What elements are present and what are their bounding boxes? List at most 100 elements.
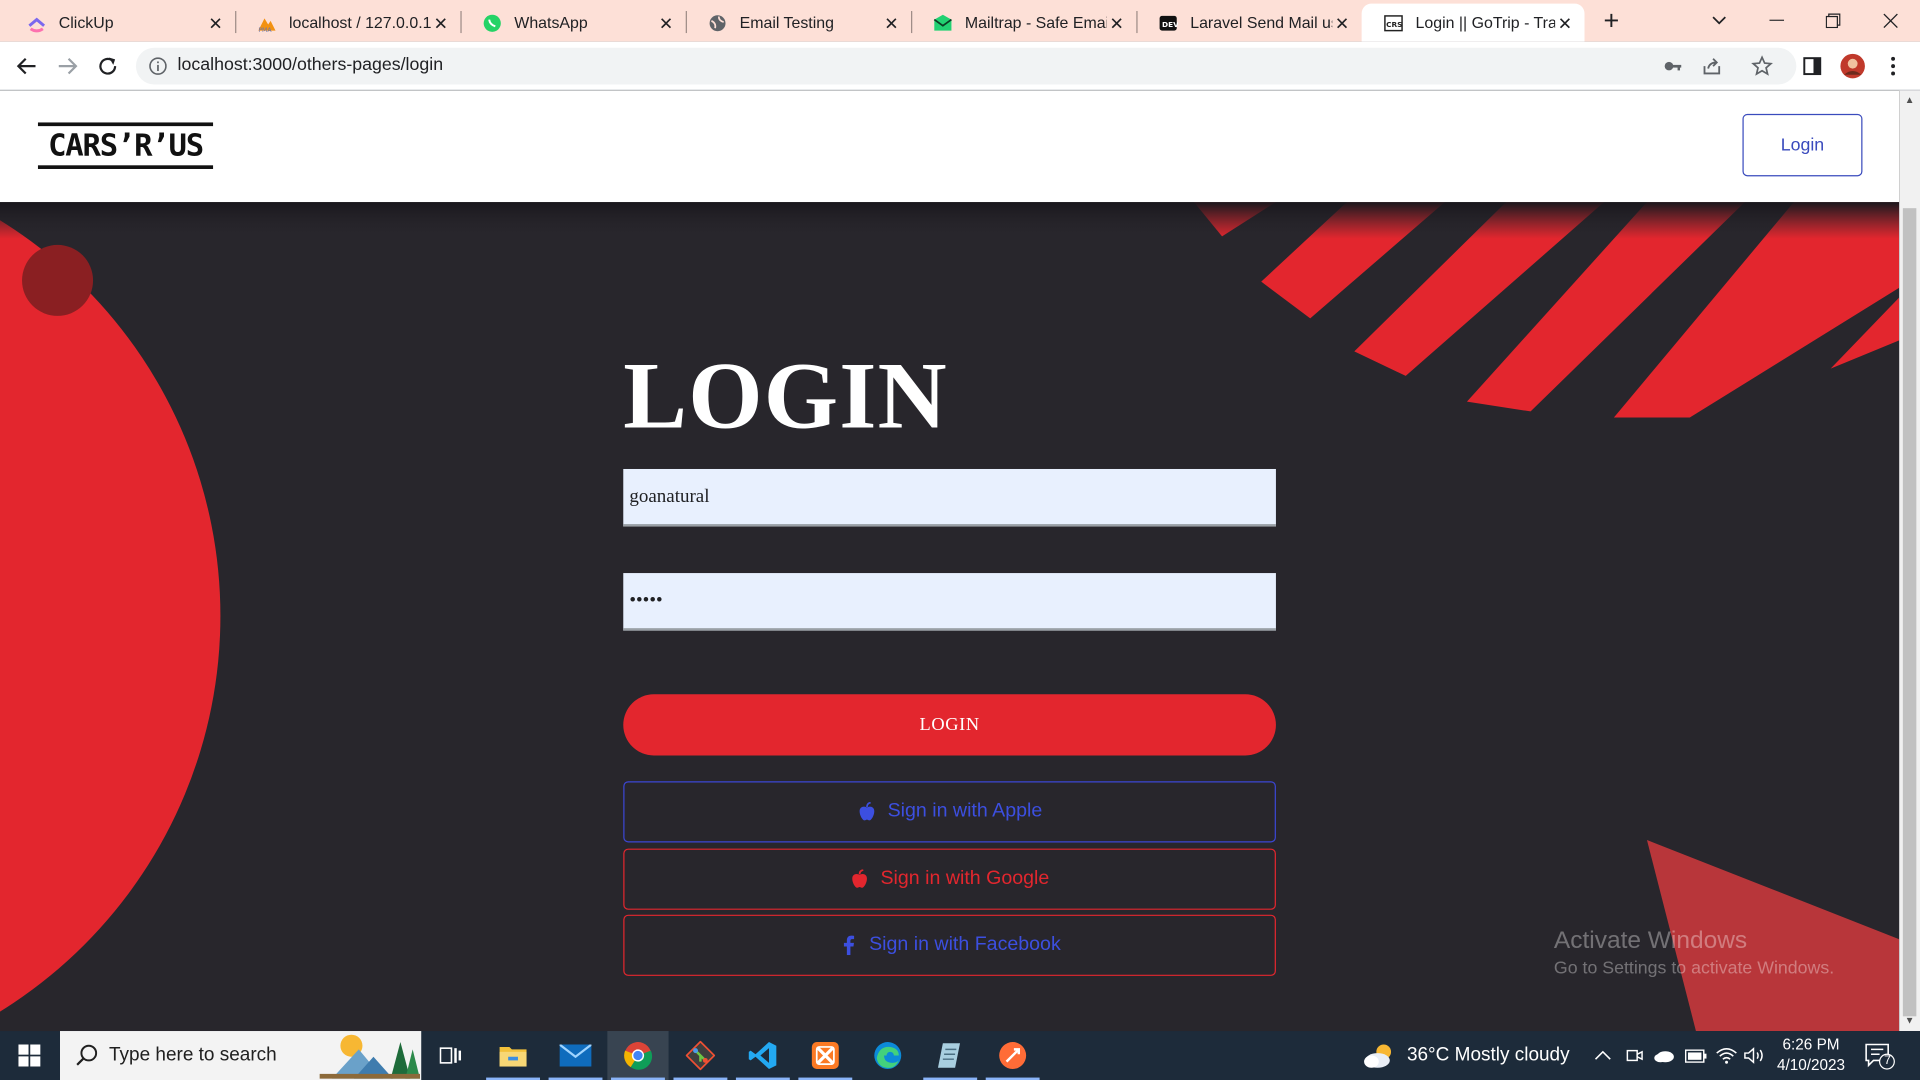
- decor-red-circle: [0, 220, 221, 1012]
- task-view-icon[interactable]: [420, 1031, 481, 1080]
- password-value: •••••: [629, 589, 663, 611]
- taskbar-search[interactable]: Type here to search: [60, 1031, 422, 1080]
- url-text: localhost:3000/others-pages/login: [177, 55, 444, 75]
- edge-icon[interactable]: [857, 1031, 918, 1080]
- tab-search-icon[interactable]: [1691, 0, 1747, 42]
- scroll-up-arrow[interactable]: ▲: [1903, 93, 1916, 108]
- battery-icon[interactable]: [1684, 1031, 1707, 1080]
- apple-icon: [850, 869, 870, 889]
- tab-laravel-mail[interactable]: DEV Laravel Send Mail usir ✕: [1136, 4, 1361, 42]
- bookmark-star-icon[interactable]: [1751, 55, 1773, 77]
- tab-title: Email Testing: [739, 13, 834, 32]
- mailtrap-icon: [933, 13, 953, 33]
- close-tab-icon[interactable]: ✕: [206, 13, 226, 33]
- tab-title: Mailtrap - Safe Email T: [964, 13, 1107, 32]
- side-panel-icon[interactable]: [1798, 51, 1827, 80]
- notification-count: 7: [1884, 1054, 1891, 1068]
- profile-avatar[interactable]: [1838, 51, 1867, 80]
- sign-in-facebook-button[interactable]: Sign in with Facebook: [623, 914, 1276, 976]
- gotrip-icon: CRS: [1384, 13, 1404, 33]
- nav-login-button[interactable]: Login: [1742, 113, 1863, 177]
- tab-title: ClickUp: [58, 13, 114, 32]
- scroll-down-arrow[interactable]: ▼: [1903, 1014, 1916, 1029]
- wifi-icon[interactable]: [1716, 1031, 1738, 1080]
- page-scrollbar[interactable]: ▲ ▼: [1899, 90, 1920, 1032]
- tab-title: WhatsApp: [514, 13, 588, 32]
- sign-in-apple-button[interactable]: Sign in with Apple: [623, 781, 1276, 843]
- login-submit-button[interactable]: LOGIN: [623, 694, 1276, 756]
- username-input[interactable]: goanatural: [623, 468, 1276, 527]
- search-highlight-illustration-icon: [319, 1034, 421, 1079]
- tab-title: localhost / 127.0.0.1 /: [288, 13, 432, 32]
- password-input[interactable]: •••••: [623, 573, 1276, 631]
- windows-logo-icon: [18, 1044, 41, 1067]
- file-explorer-icon[interactable]: [482, 1031, 543, 1080]
- tab-mailtrap[interactable]: Mailtrap - Safe Email T ✕: [911, 4, 1136, 42]
- share-icon[interactable]: [1701, 55, 1723, 77]
- xampp-icon[interactable]: [795, 1031, 856, 1080]
- close-window-button[interactable]: [1862, 0, 1918, 42]
- close-tab-icon[interactable]: ✕: [1555, 13, 1575, 33]
- tab-clickup[interactable]: ClickUp ✕: [5, 4, 235, 42]
- onedrive-cloud-icon[interactable]: [1653, 1031, 1675, 1080]
- git-icon[interactable]: [670, 1031, 731, 1080]
- tab-whatsapp[interactable]: WhatsApp ✕: [460, 4, 685, 42]
- system-clock[interactable]: 6:26 PM 4/10/2023: [1763, 1035, 1859, 1077]
- start-button[interactable]: [0, 1031, 59, 1080]
- weather-widget[interactable]: 36°C Mostly cloudy: [1363, 1031, 1570, 1080]
- sign-in-facebook-label: Sign in with Facebook: [869, 934, 1061, 956]
- watermark-subtitle: Go to Settings to activate Windows.: [1553, 958, 1835, 979]
- meet-now-icon[interactable]: [1626, 1031, 1643, 1080]
- windows-taskbar: Type here to search 36°C Mostly cloudy 6…: [0, 1031, 1920, 1080]
- tab-title: Laravel Send Mail usir: [1190, 13, 1333, 32]
- new-tab-button[interactable]: +: [1598, 7, 1625, 34]
- mail-icon[interactable]: [545, 1031, 606, 1080]
- back-button[interactable]: [12, 51, 41, 80]
- address-bar[interactable]: localhost:3000/others-pages/login: [135, 47, 1797, 85]
- reload-button[interactable]: [93, 51, 122, 80]
- sign-in-apple-label: Sign in with Apple: [887, 800, 1043, 822]
- sign-in-google-label: Sign in with Google: [880, 868, 1050, 889]
- clock-date: 4/10/2023: [1776, 1056, 1846, 1074]
- tab-title: Login || GoTrip - Trave: [1415, 13, 1556, 32]
- minimize-button[interactable]: [1749, 0, 1805, 42]
- whatsapp-icon: [482, 13, 502, 33]
- search-placeholder: Type here to search: [108, 1044, 277, 1066]
- svg-text:DEV: DEV: [1162, 19, 1178, 28]
- postman-icon[interactable]: [982, 1031, 1043, 1080]
- browser-toolbar: localhost:3000/others-pages/login: [0, 41, 1920, 91]
- vscode-icon[interactable]: [732, 1031, 793, 1080]
- phpmyadmin-icon: PMA: [257, 13, 277, 32]
- notepad-icon[interactable]: [920, 1031, 981, 1080]
- svg-text:PMA: PMA: [258, 26, 272, 32]
- chrome-icon[interactable]: [607, 1031, 669, 1080]
- key-icon[interactable]: [1662, 55, 1684, 77]
- tab-email-testing[interactable]: Email Testing ✕: [686, 4, 911, 42]
- clock-time: 6:26 PM: [1782, 1035, 1840, 1054]
- activate-windows-watermark: Activate Windows Go to Settings to activ…: [1554, 924, 1834, 980]
- browser-tab-strip: ClickUp ✕ PMA localhost / 127.0.0.1 / ✕ …: [0, 0, 1920, 42]
- facebook-icon: [838, 935, 858, 956]
- tab-gotrip-login[interactable]: CRS Login || GoTrip - Trave ✕: [1361, 3, 1585, 42]
- site-logo[interactable]: CARS’R’US: [37, 122, 214, 169]
- apple-icon: [857, 802, 877, 822]
- tab-phpmyadmin[interactable]: PMA localhost / 127.0.0.1 / ✕: [235, 4, 460, 42]
- restore-button[interactable]: [1805, 0, 1861, 42]
- scrollbar-thumb[interactable]: [1902, 208, 1917, 1017]
- site-info-icon[interactable]: [148, 56, 168, 76]
- browser-menu-icon[interactable]: [1878, 51, 1907, 80]
- close-tab-icon[interactable]: ✕: [656, 13, 676, 33]
- logo-text: CARS’R’US: [48, 127, 204, 163]
- close-tab-icon[interactable]: ✕: [431, 13, 451, 33]
- sign-in-google-button[interactable]: Sign in with Google: [623, 848, 1276, 910]
- close-tab-icon[interactable]: ✕: [882, 13, 902, 33]
- forward-button[interactable]: [53, 51, 82, 80]
- close-tab-icon[interactable]: ✕: [1107, 13, 1127, 33]
- close-tab-icon[interactable]: ✕: [1332, 13, 1352, 33]
- weather-text: 36°C Mostly cloudy: [1406, 1044, 1570, 1066]
- notification-center-icon[interactable]: 7: [1864, 1041, 1896, 1070]
- page-title: LOGIN: [623, 341, 948, 449]
- svg-text:CRS: CRS: [1386, 19, 1402, 28]
- clickup-icon: [27, 13, 47, 33]
- show-hidden-icons-chevron-icon[interactable]: [1594, 1031, 1611, 1080]
